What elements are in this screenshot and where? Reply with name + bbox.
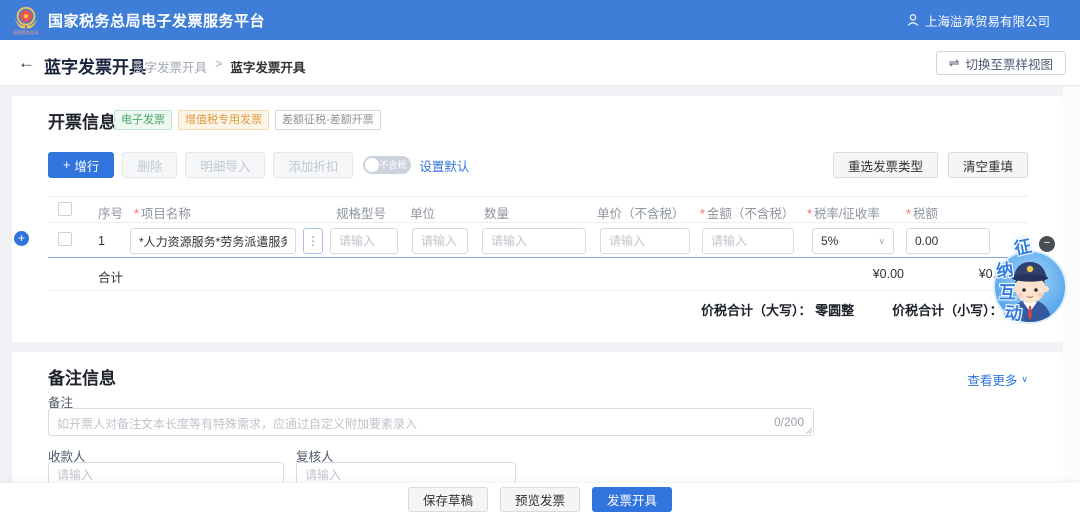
row-index: 1 [98,234,105,248]
delete-button[interactable]: 删除 [122,152,177,178]
required-mark: * [134,207,139,221]
remarks-section-title: 备注信息 [48,364,116,389]
items-table-header: 序号 *项目名称 规格型号 单位 数量 单价（不含税） *金额（不含税） *税率… [48,196,1028,223]
breadcrumb-separator: > [215,57,222,76]
table-toolbar: + 增行 删除 明细导入 添加折扣 不含税 设置默认 [48,152,469,178]
page-title: 蓝字发票开具 [44,53,146,78]
item-options-button[interactable]: ⋮ [303,228,323,254]
add-row-label: 增行 [74,156,99,175]
tax-excluded-toggle[interactable]: 不含税 [363,156,411,174]
table-total-row: 合计 ¥0.00 ¥0.00 [48,258,1028,290]
tax-emblem-logo: 国家税务总局 [12,5,40,35]
price-input[interactable] [600,228,690,254]
add-row-button[interactable]: + 增行 [48,152,114,178]
issue-invoice-button[interactable]: 发票开具 [592,487,672,512]
total-label: 合计 [98,267,123,286]
view-more-link[interactable]: 查看更多 ∨ [967,370,1028,389]
col-header-item-name: *项目名称 [134,203,191,222]
amount-input[interactable] [702,228,794,254]
col-header-spec: 规格型号 [336,203,386,222]
required-mark: * [906,207,911,221]
breadcrumb: 蓝字发票开具 > 蓝字发票开具 [132,57,305,76]
clear-refill-button[interactable]: 清空重填 [948,152,1028,178]
view-more-label: 查看更多 [967,370,1017,389]
breadcrumb-current: 蓝字发票开具 [230,57,305,76]
back-arrow-icon[interactable]: ← [18,53,35,73]
app-root: 国家税务总局 国家税务总局电子发票服务平台 上海溢承贸易有限公司 ← 蓝字发票开… [0,0,1080,516]
col-header-price: 单价（不含税） [597,203,685,222]
select-all-checkbox[interactable] [58,202,72,216]
remark-textarea[interactable] [48,408,814,436]
spec-input[interactable] [330,228,398,254]
add-discount-button[interactable]: 添加折扣 [273,152,353,178]
save-draft-button[interactable]: 保存草稿 [408,487,488,512]
item-name-input[interactable] [130,228,296,254]
toggle-label: 不含税 [379,159,406,171]
invoice-info-card: 开票信息 电子发票 增值税专用发票 差额征税-差额开票 + 增行 删除 明细导入… [12,96,1063,342]
divider [48,290,1028,291]
svg-text:国家税务总局: 国家税务总局 [13,29,38,35]
col-header-tax-rate: *税率/征收率 [807,203,880,222]
tag-vat-special-invoice: 增值税专用发票 [178,110,269,130]
page-header: ← 蓝字发票开具 蓝字发票开具 > 蓝字发票开具 ⇌ 切换至票样视图 [0,40,1080,86]
assistant-char: 动 [1004,298,1024,325]
preview-invoice-button[interactable]: 预览发票 [500,487,580,512]
top-navbar: 国家税务总局 国家税务总局电子发票服务平台 上海溢承贸易有限公司 [0,0,1080,40]
chevron-down-icon: ∨ [878,236,885,247]
col-header-qty: 数量 [484,203,509,222]
chevron-down-icon: ∨ [1021,374,1028,385]
tax-amount-input[interactable] [906,228,990,254]
char-counter: 0/200 [774,415,804,429]
platform-title: 国家税务总局电子发票服务平台 [48,10,265,31]
person-icon [906,13,920,27]
tax-rate-select[interactable]: 5% ∨ [812,228,894,254]
resize-handle[interactable] [804,426,812,434]
col-header-tax-amount: *税额 [906,203,938,222]
tax-rate-value: 5% [821,234,838,248]
amount-total-value: ¥0.00 [812,267,904,281]
total-uppercase: 价税合计（大写）： 零圆整 [701,300,854,319]
required-mark: * [700,207,705,221]
tag-differential-tax: 差额征税-差额开票 [275,110,381,130]
col-header-amount: *金额（不含税） [700,203,794,222]
tag-electronic-invoice: 电子发票 [114,110,172,130]
swap-icon: ⇌ [949,55,960,71]
company-name: 上海溢承贸易有限公司 [925,11,1050,30]
plus-icon: + [63,158,70,172]
set-default-link[interactable]: 设置默认 [419,156,469,175]
footer-action-bar: 保存草稿 预览发票 发票开具 [0,483,1080,516]
company-account[interactable]: 上海溢承贸易有限公司 [906,0,1050,40]
insert-row-button[interactable]: + [14,231,29,246]
breadcrumb-parent[interactable]: 蓝字发票开具 [132,57,207,76]
invoice-type-tags: 电子发票 增值税专用发票 差额征税-差额开票 [114,110,381,130]
row-checkbox[interactable] [58,232,72,246]
table-row: 1 ⋮ 5% ∨ [48,224,1028,258]
toggle-knob [365,158,379,172]
remark-field-wrap: 0/200 [48,408,814,436]
invoice-section-title: 开票信息 [48,108,116,133]
switch-view-label: 切换至票样视图 [965,54,1053,73]
table-toolbar-right: 重选发票类型 清空重填 [833,152,1028,178]
import-detail-button[interactable]: 明细导入 [185,152,265,178]
required-mark: * [807,207,812,221]
col-header-index: 序号 [98,203,123,222]
col-header-unit: 单位 [410,203,435,222]
grand-totals: 价税合计（大写）： 零圆整 价税合计（小写）：0.00 [48,300,1028,319]
assistant-minimize-button[interactable]: − [1039,236,1055,252]
switch-view-button[interactable]: ⇌ 切换至票样视图 [936,51,1066,75]
qty-input[interactable] [482,228,586,254]
reselect-invoice-type-button[interactable]: 重选发票类型 [833,152,938,178]
unit-input[interactable] [412,228,468,254]
